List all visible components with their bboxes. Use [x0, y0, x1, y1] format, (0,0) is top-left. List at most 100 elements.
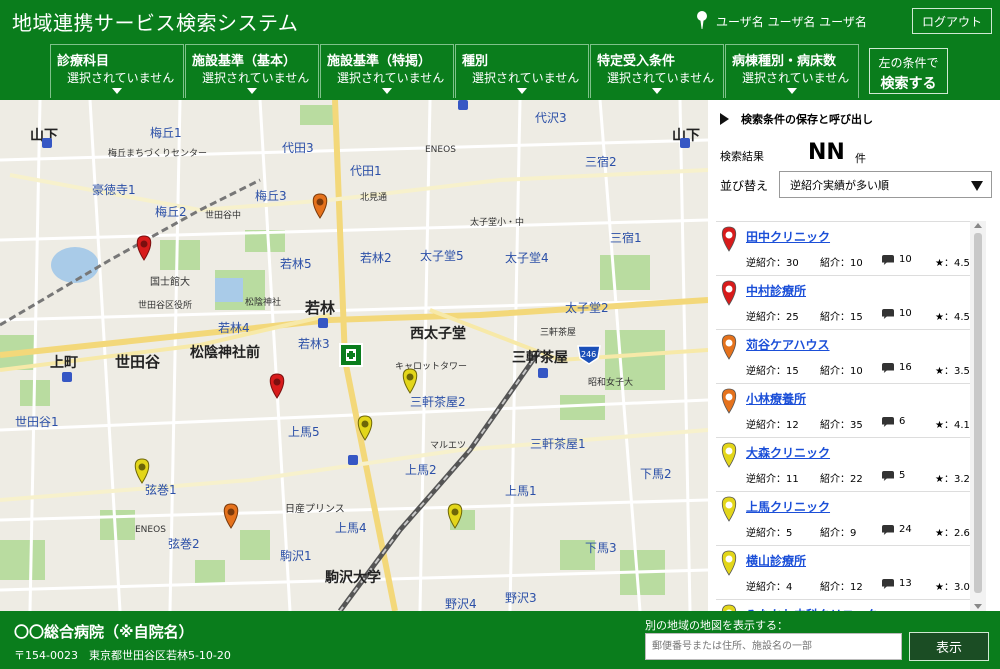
- filter-title: 診療科目: [57, 54, 110, 69]
- route-246-shield-icon: 246: [577, 345, 601, 365]
- app-footer: 〇〇総合病院（※自院名） 〒154-0023 東京都世田谷区若林5-10-20 …: [0, 611, 1000, 669]
- saved-conditions-toggle[interactable]: 検索条件の保存と呼び出し: [720, 111, 873, 127]
- result-unit: 件: [855, 152, 866, 165]
- map-label: 代沢3: [535, 111, 567, 125]
- map-label: 若林2: [360, 251, 392, 265]
- filter-facility-basic[interactable]: 施設基準（基本） 選択されていません: [185, 44, 319, 98]
- facility-name-link[interactable]: 大森クリニック: [746, 444, 830, 461]
- map-label: 野沢3: [505, 591, 537, 605]
- facility-name-link[interactable]: 上馬クリニック: [746, 498, 830, 515]
- map-label: 三軒茶屋1: [530, 436, 586, 451]
- referral-back-count: 逆紹介：11: [746, 474, 799, 485]
- map-pin-icon[interactable]: [312, 193, 328, 219]
- map-label: 太子堂小・中: [470, 216, 524, 228]
- map-pin-icon[interactable]: [136, 235, 152, 261]
- caret-down-icon: [247, 88, 257, 94]
- map-label: 松陰神社: [245, 296, 281, 308]
- referral-back-count: 逆紹介：25: [746, 312, 799, 323]
- facility-stats: 逆紹介：30 紹介：10 10 ★：4.5: [746, 254, 970, 269]
- result-label: 検索結果: [720, 150, 764, 163]
- hospital-name: 〇〇総合病院（※自院名）: [14, 623, 194, 641]
- map-label: 三軒茶屋: [512, 349, 568, 366]
- map-pin-icon[interactable]: [134, 458, 150, 484]
- map-label: 下馬3: [585, 541, 617, 555]
- facility-name-link[interactable]: 中村診療所: [746, 282, 806, 299]
- filter-facility-special[interactable]: 施設基準（特掲） 選択されていません: [320, 44, 454, 98]
- map-label: 駒沢大学: [325, 569, 381, 586]
- filter-admission-condition[interactable]: 特定受入条件 選択されていません: [590, 44, 724, 98]
- station-icon: [62, 372, 72, 382]
- comment-count: 5: [899, 470, 906, 481]
- show-map-button[interactable]: 表示: [909, 632, 989, 661]
- map-pin-icon[interactable]: [402, 368, 418, 394]
- filter-ward-type[interactable]: 病棟種別・病床数 選択されていません: [725, 44, 859, 98]
- rating: ★：4.1: [935, 420, 970, 431]
- search-button[interactable]: 左の条件で 検索する: [869, 48, 948, 94]
- facility-name-link[interactable]: 苅谷ケアハウス: [746, 336, 830, 353]
- caret-down-icon: [517, 88, 527, 94]
- map-label: 代田1: [350, 164, 382, 178]
- filter-title: 施設基準（基本）: [192, 54, 297, 69]
- map-label: 若林: [304, 299, 336, 317]
- comment-icon: [882, 525, 894, 535]
- result-item[interactable]: 中村診療所 逆紹介：25 紹介：15 10 ★：4.5: [716, 276, 978, 330]
- results-list: 田中クリニック逆紹介：30 紹介：10 10 ★：4.5 中村診療所逆紹介：25 紹介：1…: [716, 221, 978, 611]
- scroll-thumb[interactable]: [974, 233, 982, 593]
- map-label: 世田谷区役所: [138, 299, 192, 311]
- own-hospital-icon[interactable]: [339, 343, 363, 367]
- filter-value: 選択されていません: [472, 71, 580, 85]
- map-pin-icon[interactable]: [223, 503, 239, 529]
- map-pin-icon[interactable]: [269, 373, 285, 399]
- result-item[interactable]: 田中クリニック逆紹介：30 紹介：10 10 ★：4.5: [716, 222, 978, 276]
- map-label: 弦巻1: [145, 482, 177, 497]
- map-label: ENEOS: [135, 525, 166, 535]
- rating: ★：3.2: [935, 474, 970, 485]
- filter-value: 選択されていません: [742, 71, 850, 85]
- filter-specialty[interactable]: 診療科目 選択されていません: [50, 44, 184, 98]
- map-pin-icon: [720, 604, 738, 611]
- filter-title: 特定受入条件: [597, 54, 676, 69]
- map-label: 豪徳寺1: [92, 182, 136, 197]
- result-item[interactable]: 苅谷ケアハウス 逆紹介：15 紹介：10 16 ★：3.5: [716, 330, 978, 384]
- map-label: 太子堂5: [420, 248, 464, 263]
- scroll-down-icon[interactable]: [974, 604, 982, 609]
- result-item[interactable]: 小林療養所 逆紹介：12 紹介：35 6 ★：4.1: [716, 384, 978, 438]
- referral-count: 紹介：10: [820, 366, 863, 377]
- caret-down-icon: [112, 88, 122, 94]
- result-item[interactable]: みなかわ内科クリニック: [716, 600, 978, 611]
- map-label: 日産プリンス: [285, 502, 345, 515]
- referral-back-count: 逆紹介：12: [746, 420, 799, 431]
- search-button-line1: 左の条件で: [878, 56, 939, 70]
- result-item[interactable]: 横山診療所 逆紹介：4 紹介：12 13 ★：3.0: [716, 546, 978, 600]
- logout-button[interactable]: ログアウト: [912, 8, 992, 34]
- filter-title: 施設基準（特掲）: [327, 54, 432, 69]
- caret-down-icon: [652, 88, 662, 94]
- referral-back-count: 逆紹介：5: [746, 528, 793, 539]
- map-label: 野沢4: [445, 597, 477, 611]
- comment-count: 13: [899, 578, 912, 589]
- filter-value: 選択されていません: [202, 71, 310, 85]
- map-canvas[interactable]: 山下 梅丘1 梅丘まちづくりセンター 代田3 ENEOS 代沢3 山下 豪徳寺1…: [0, 100, 708, 611]
- map-label: ENEOS: [425, 145, 456, 155]
- referral-back-count: 逆紹介：15: [746, 366, 799, 377]
- facility-name-link[interactable]: 田中クリニック: [746, 228, 830, 245]
- sort-select[interactable]: 逆紹介実績が多い順: [779, 171, 992, 198]
- filter-type[interactable]: 種別 選択されていません: [455, 44, 589, 98]
- map-view[interactable]: 山下 梅丘1 梅丘まちづくりセンター 代田3 ENEOS 代沢3 山下 豪徳寺1…: [0, 100, 708, 611]
- filter-value: 選択されていません: [67, 71, 175, 85]
- map-label: 三宿2: [585, 154, 617, 169]
- facility-name-link[interactable]: 小林療養所: [746, 390, 806, 407]
- referral-back-count: 逆紹介：4: [746, 582, 793, 593]
- map-pin-icon: [720, 388, 738, 418]
- result-item[interactable]: 上馬クリニック 逆紹介：5 紹介：9 24 ★：2.6: [716, 492, 978, 546]
- result-item[interactable]: 大森クリニック 逆紹介：11 紹介：22 5 ★：3.2: [716, 438, 978, 492]
- results-scrollbar[interactable]: [970, 221, 986, 611]
- map-label: 代田3: [282, 141, 314, 155]
- scroll-up-icon[interactable]: [974, 223, 982, 228]
- area-search-input[interactable]: [645, 633, 902, 660]
- facility-name-link[interactable]: 横山診療所: [746, 552, 806, 569]
- map-label: 三軒茶屋: [540, 326, 576, 338]
- map-label: 松陰神社前: [190, 344, 260, 361]
- map-pin-icon: [720, 280, 738, 310]
- other-area-label: 別の地域の地図を表示する：: [645, 619, 788, 632]
